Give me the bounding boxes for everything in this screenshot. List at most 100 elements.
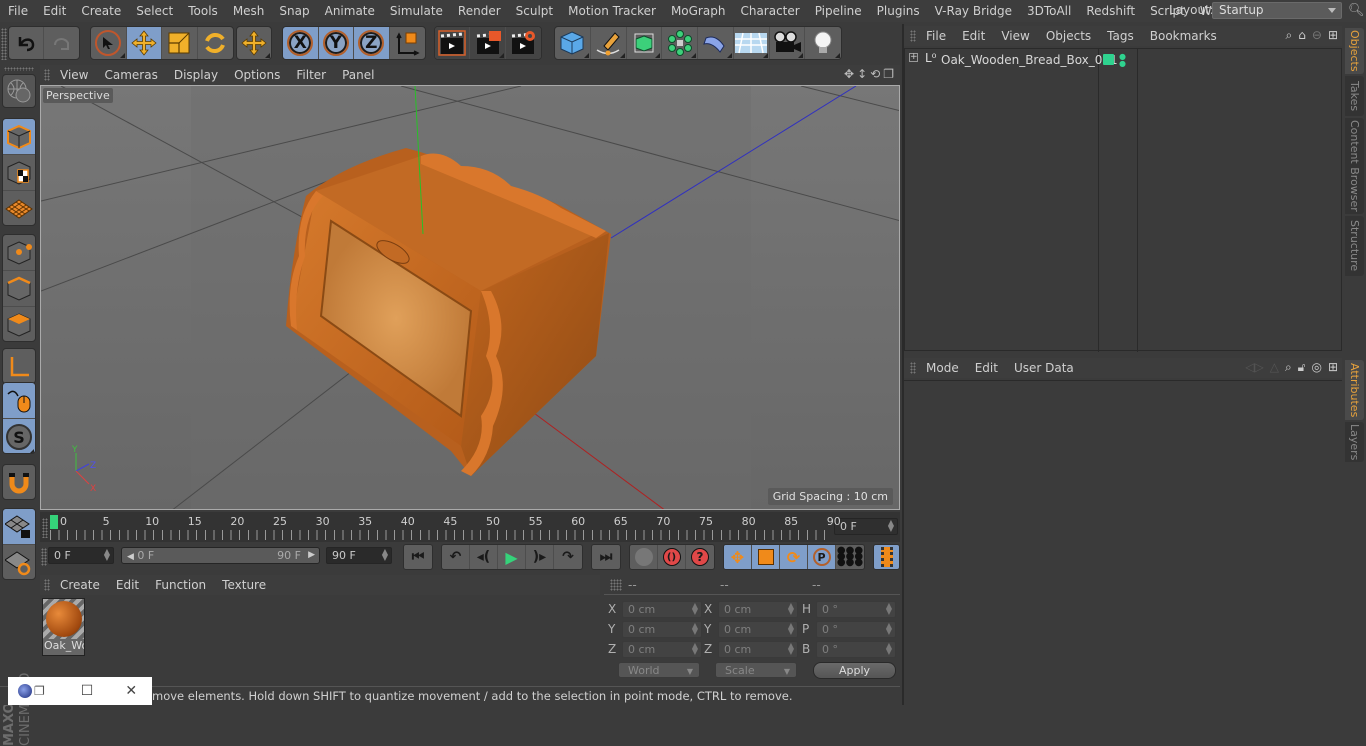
- new-panel-icon[interactable]: ⊞: [1328, 28, 1338, 43]
- size-field[interactable]: 0 cm ▲ ▼: [718, 601, 798, 618]
- pen-spline-button[interactable]: [591, 27, 627, 59]
- viewport-menu-display[interactable]: Display: [166, 68, 226, 82]
- edges-mode-button[interactable]: [3, 271, 35, 307]
- material-menu-texture[interactable]: Texture: [214, 578, 274, 592]
- viewport-menu-filter[interactable]: Filter: [288, 68, 334, 82]
- panel-grip[interactable]: [910, 362, 916, 374]
- display-color-tag[interactable]: [1103, 54, 1114, 65]
- menu-select[interactable]: Select: [128, 0, 180, 22]
- z-axis-lock-button[interactable]: Z: [354, 27, 390, 59]
- planar-workplane-button[interactable]: [3, 545, 35, 579]
- frame-range-slider[interactable]: ◀ 0 F 90 F ▶: [121, 547, 320, 564]
- transform-mode-dropdown[interactable]: Scale ▼: [715, 662, 797, 678]
- key-pla-button[interactable]: ●●● ●●● ●●●: [836, 545, 864, 569]
- home-icon[interactable]: ⌂: [1298, 28, 1306, 43]
- workplane-mode-button[interactable]: [3, 191, 35, 225]
- attribute-menu-mode[interactable]: Mode: [918, 361, 967, 375]
- rotation-field[interactable]: 0 ° ▲ ▼: [816, 621, 896, 638]
- x-axis-lock-button[interactable]: X: [283, 27, 319, 59]
- viewport-menu-cameras[interactable]: Cameras: [96, 68, 165, 82]
- menu-animate[interactable]: Animate: [317, 0, 382, 22]
- material-swatch[interactable]: Oak_Wo: [42, 598, 85, 656]
- subdivision-surface-button[interactable]: [627, 27, 663, 59]
- snap-button[interactable]: [3, 465, 35, 499]
- panel-grip[interactable]: [610, 579, 622, 591]
- object-menu-objects[interactable]: Objects: [1038, 29, 1099, 43]
- lock-icon[interactable]: 🔓︎: [1298, 360, 1306, 375]
- menu-simulate[interactable]: Simulate: [382, 0, 450, 22]
- current-frame-marker[interactable]: [50, 515, 58, 529]
- timeline-grip[interactable]: [42, 518, 48, 538]
- pan-view-icon[interactable]: ✥: [844, 67, 854, 81]
- live-selection-button[interactable]: [91, 27, 127, 59]
- key-parameter-button[interactable]: P: [808, 545, 836, 569]
- expand-icon[interactable]: +: [909, 53, 918, 62]
- menu-character[interactable]: Character: [732, 0, 806, 22]
- menu-create[interactable]: Create: [73, 0, 128, 22]
- recent-move-button[interactable]: [237, 27, 271, 59]
- autokey-button[interactable]: (): [658, 545, 686, 569]
- menu-edit[interactable]: Edit: [35, 0, 73, 22]
- record-keys-button[interactable]: [630, 545, 658, 569]
- side-tab-structure[interactable]: Structure: [1345, 216, 1364, 276]
- close-icon[interactable]: ✕: [125, 683, 137, 699]
- light-button[interactable]: [805, 27, 841, 59]
- maximize-view-icon[interactable]: ❐: [883, 67, 894, 81]
- side-tab-objects[interactable]: Objects: [1345, 28, 1364, 74]
- side-tab-takes[interactable]: Takes: [1345, 76, 1364, 116]
- keyframe-selection-button[interactable]: ?: [686, 545, 714, 569]
- attribute-menu-edit[interactable]: Edit: [967, 361, 1006, 375]
- maximize-icon[interactable]: ☐: [81, 683, 94, 699]
- play-button[interactable]: ▶: [498, 545, 526, 569]
- position-field[interactable]: 0 cm ▲ ▼: [622, 601, 702, 618]
- search-icon[interactable]: 🔍︎: [1348, 3, 1365, 18]
- material-menu-function[interactable]: Function: [147, 578, 214, 592]
- position-field[interactable]: 0 cm ▲ ▼: [622, 621, 702, 638]
- next-frame-button[interactable]: )▸: [526, 545, 554, 569]
- menu-redshift[interactable]: Redshift: [1078, 0, 1142, 22]
- object-menu-edit[interactable]: Edit: [954, 29, 993, 43]
- viewport-menu-options[interactable]: Options: [226, 68, 288, 82]
- object-name[interactable]: Oak_Wooden_Bread_Box_001: [941, 53, 1118, 67]
- side-tab-attributes[interactable]: Attributes: [1345, 360, 1364, 420]
- viewport-menu-panel[interactable]: Panel: [334, 68, 382, 82]
- toolbar-grip[interactable]: [1, 28, 7, 60]
- key-rotation-button[interactable]: ⟳: [780, 545, 808, 569]
- playback-grip[interactable]: [41, 548, 47, 566]
- up-arrow-icon[interactable]: △: [1270, 360, 1279, 375]
- camera-button[interactable]: [770, 27, 806, 59]
- perspective-viewport[interactable]: Y Z X Perspective Grid Spacing : 10 cm: [40, 85, 900, 510]
- render-view-button[interactable]: [435, 27, 471, 59]
- apply-button[interactable]: Apply: [813, 662, 896, 679]
- search-icon[interactable]: ⌕: [1286, 28, 1293, 43]
- menu-mesh[interactable]: Mesh: [225, 0, 272, 22]
- goto-start-button[interactable]: ⏮: [404, 545, 432, 569]
- key-position-button[interactable]: ✥: [724, 545, 752, 569]
- cloner-button[interactable]: [662, 27, 698, 59]
- y-axis-lock-button[interactable]: Y: [318, 27, 354, 59]
- back-arrow-icon[interactable]: ◁▷: [1245, 360, 1263, 375]
- timeline-ruler[interactable]: 0 F ▲ ▼ 0 5 10 15 20 25 30 35 40 45 50 55 60 65 70 75 80 85…: [40, 512, 900, 542]
- target-icon[interactable]: ◎: [1311, 360, 1321, 375]
- menu-file[interactable]: File: [0, 0, 35, 22]
- rotation-field[interactable]: 0 ° ▲ ▼: [816, 641, 896, 658]
- rotation-field[interactable]: 0 ° ▲ ▼: [816, 601, 896, 618]
- move-tool-button[interactable]: [126, 27, 162, 59]
- zoom-view-icon[interactable]: ↕: [857, 67, 867, 81]
- scale-tool-button[interactable]: [162, 27, 198, 59]
- object-menu-file[interactable]: File: [918, 29, 954, 43]
- menu-v-ray-bridge[interactable]: V-Ray Bridge: [927, 0, 1019, 22]
- current-frame-field[interactable]: 0 F ▲ ▼: [834, 518, 898, 535]
- visibility-dots-icon[interactable]: ● ●: [1119, 53, 1126, 68]
- undo-button[interactable]: [9, 27, 45, 59]
- redo-button[interactable]: [44, 27, 79, 59]
- viewport-menu-view[interactable]: View: [52, 68, 96, 82]
- object-menu-view[interactable]: View: [993, 29, 1037, 43]
- timeline-window-button[interactable]: [874, 545, 899, 569]
- size-field[interactable]: 0 cm ▲ ▼: [718, 621, 798, 638]
- object-menu-bookmarks[interactable]: Bookmarks: [1142, 29, 1225, 43]
- menu-sculpt[interactable]: Sculpt: [508, 0, 560, 22]
- prev-key-button[interactable]: ↶: [442, 545, 470, 569]
- menu-motion-tracker[interactable]: Motion Tracker: [560, 0, 663, 22]
- menu-pipeline[interactable]: Pipeline: [807, 0, 869, 22]
